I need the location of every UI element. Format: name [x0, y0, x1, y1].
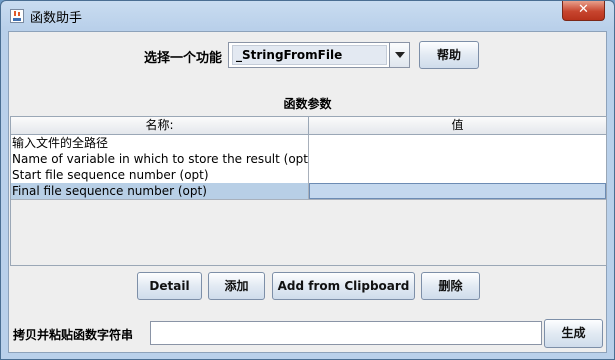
close-button[interactable]: ✕ — [562, 1, 605, 21]
params-title: 函数参数 — [283, 97, 332, 111]
param-value[interactable] — [309, 135, 606, 151]
detail-button[interactable]: Detail — [137, 272, 202, 300]
table-row[interactable]: Name of variable in which to store the r… — [11, 151, 606, 168]
param-value[interactable] — [309, 183, 606, 199]
param-value[interactable] — [309, 167, 606, 183]
table-row[interactable]: Start file sequence number (opt) — [11, 167, 606, 184]
function-select[interactable]: _StringFromFile — [228, 42, 410, 68]
copy-label: 拷贝并粘贴函数字符串 — [13, 328, 134, 342]
table-row[interactable]: 输入文件的全路径 — [11, 135, 606, 152]
function-helper-dialog: 函数助手 ✕ 选择一个功能 _StringFromFile 帮助 函数参数 名称… — [0, 0, 615, 360]
add-button[interactable]: 添加 — [208, 272, 265, 300]
help-button[interactable]: 帮助 — [419, 41, 479, 69]
java-app-icon — [10, 9, 24, 23]
param-name[interactable]: Start file sequence number (opt) — [12, 167, 309, 183]
function-select-label: 选择一个功能 — [144, 51, 223, 66]
column-header-value[interactable]: 值 — [309, 117, 606, 134]
add-from-clipboard-button[interactable]: Add from Clipboard — [272, 272, 415, 300]
title-bar[interactable]: 函数助手 ✕ — [1, 1, 614, 31]
params-table[interactable]: 名称: 值 输入文件的全路径 Name of variable in which… — [10, 116, 607, 266]
window-title: 函数助手 — [30, 11, 83, 26]
param-name[interactable]: Final file sequence number (opt) — [12, 183, 309, 199]
table-row-selected[interactable]: Final file sequence number (opt) — [11, 183, 606, 200]
delete-button[interactable]: 删除 — [421, 272, 480, 300]
chevron-down-icon[interactable] — [389, 43, 409, 67]
param-name[interactable]: 输入文件的全路径 — [12, 135, 309, 151]
param-value[interactable] — [309, 151, 606, 167]
function-select-value: _StringFromFile — [232, 45, 387, 65]
generate-button[interactable]: 生成 — [544, 319, 603, 348]
function-string-input[interactable] — [150, 321, 542, 345]
table-header: 名称: 值 — [11, 117, 606, 135]
dialog-content: 选择一个功能 _StringFromFile 帮助 函数参数 名称: 值 输入文… — [8, 31, 607, 353]
param-name[interactable]: Name of variable in which to store the r… — [12, 151, 309, 167]
column-header-name[interactable]: 名称: — [11, 117, 309, 134]
